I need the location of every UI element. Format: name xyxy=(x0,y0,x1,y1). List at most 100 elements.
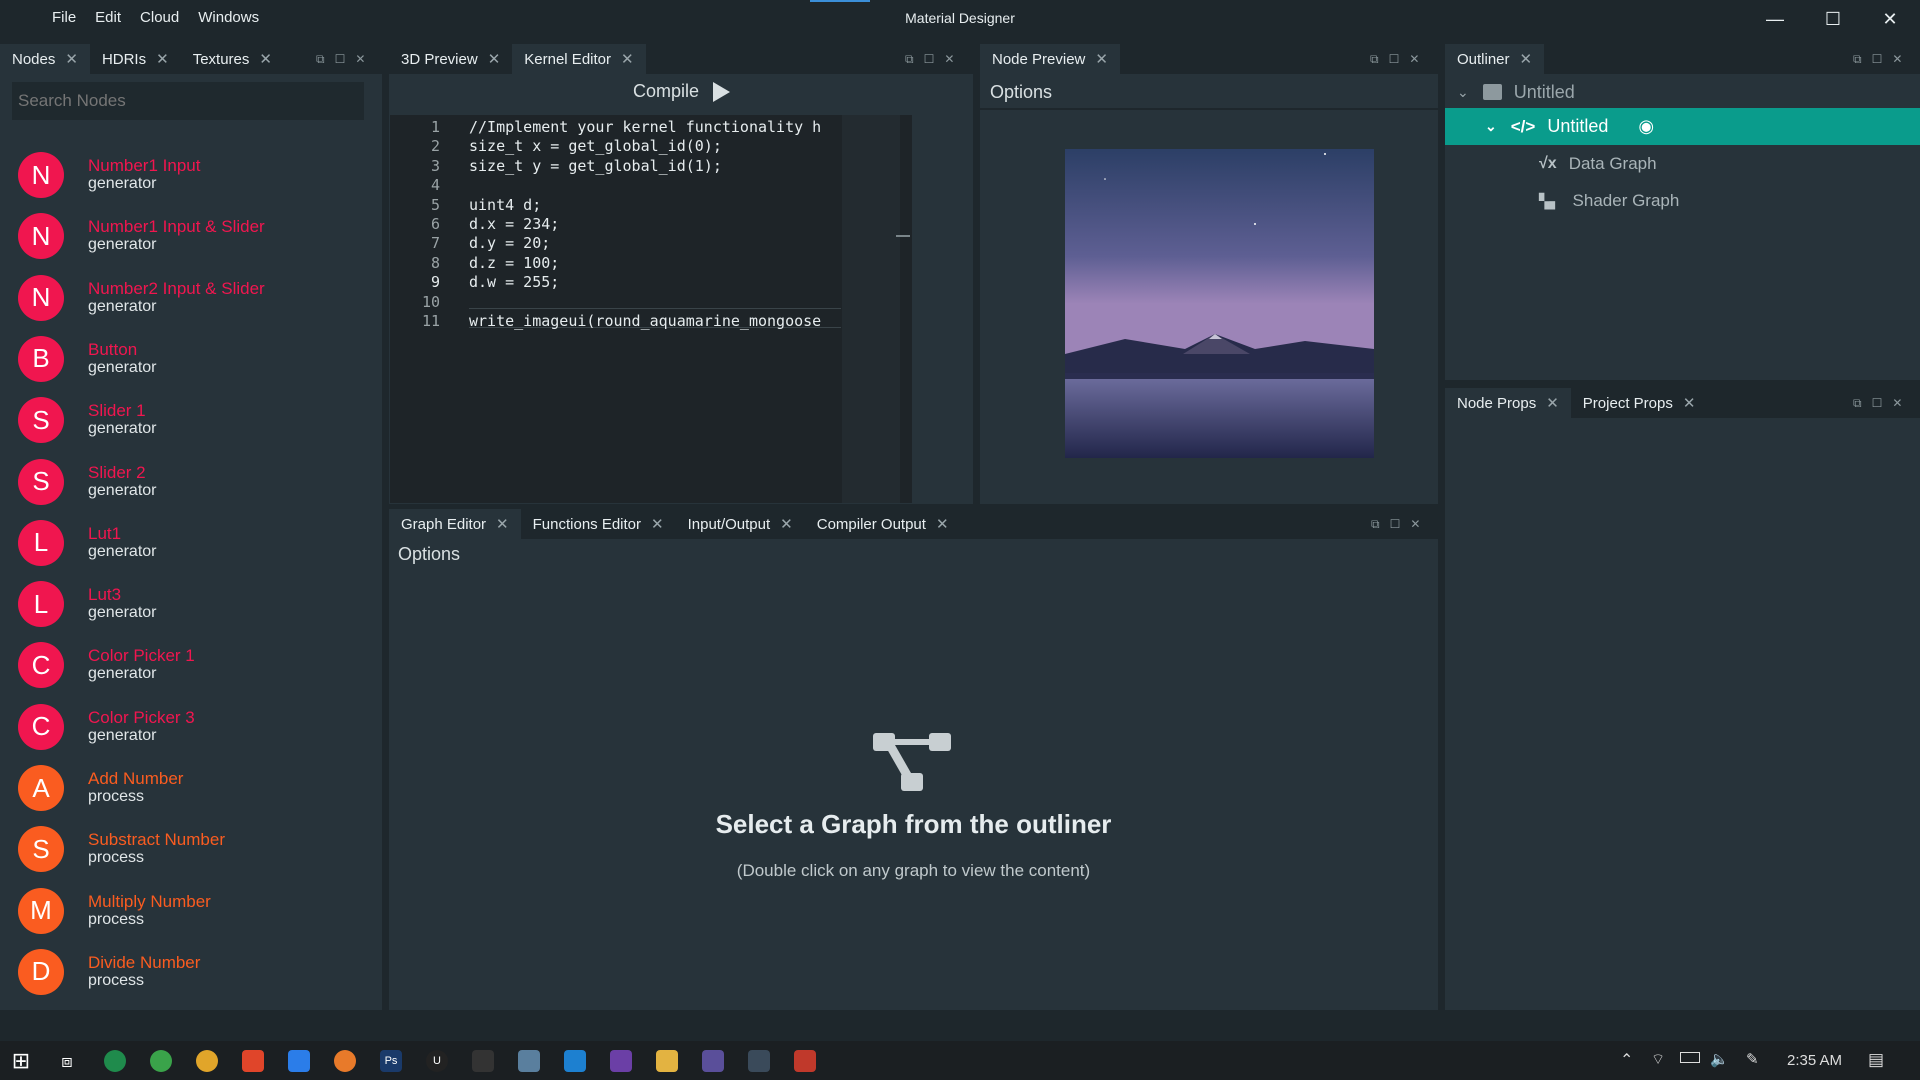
float-icon[interactable]: ⧉ xyxy=(316,52,325,67)
close-icon[interactable]: ✕ xyxy=(496,515,509,533)
chevron-down-icon[interactable]: ⌄ xyxy=(1485,118,1497,135)
tab-node-props[interactable]: Node Props ✕ xyxy=(1445,388,1571,418)
outliner-selected-item[interactable]: ⌄ </> Untitled ◉ xyxy=(1445,108,1920,145)
list-item[interactable]: S Substract Number process xyxy=(18,824,225,874)
tab-3d-preview[interactable]: 3D Preview ✕ xyxy=(389,44,512,74)
maximize-icon[interactable]: ☐ xyxy=(1872,396,1883,411)
close-icon[interactable]: ✕ xyxy=(488,50,501,68)
eye-icon[interactable]: ◉ xyxy=(1638,116,1654,137)
close-icon[interactable]: ✕ xyxy=(65,50,78,68)
close-button[interactable]: ✕ xyxy=(1872,6,1908,32)
maximize-icon[interactable]: ☐ xyxy=(335,52,346,67)
image-app-icon[interactable] xyxy=(518,1050,540,1072)
tab-node-preview[interactable]: Node Preview ✕ xyxy=(980,44,1120,74)
close-icon[interactable]: ✕ xyxy=(259,50,272,68)
tab-outliner[interactable]: Outliner ✕ xyxy=(1445,44,1545,74)
battery-icon[interactable] xyxy=(1680,1052,1700,1063)
list-item[interactable]: N Number1 Input generator xyxy=(18,150,200,200)
maximize-icon[interactable]: ☐ xyxy=(1390,517,1401,532)
list-item[interactable]: C Color Picker 3 generator xyxy=(18,702,195,752)
visual-studio-icon[interactable] xyxy=(610,1050,632,1072)
pen-icon[interactable]: ✎ xyxy=(1746,1050,1759,1068)
close-icon[interactable]: ✕ xyxy=(1892,396,1902,411)
code-line[interactable]: uint4 d; xyxy=(469,196,839,214)
terminal-icon[interactable] xyxy=(702,1050,724,1072)
close-icon[interactable]: ✕ xyxy=(1410,517,1420,532)
scroll-thumb[interactable] xyxy=(896,235,910,237)
close-icon[interactable]: ✕ xyxy=(1409,52,1419,67)
maximize-icon[interactable]: ☐ xyxy=(1389,52,1400,67)
close-icon[interactable]: ✕ xyxy=(1683,394,1696,412)
app-icon-last[interactable] xyxy=(794,1050,816,1072)
search-input[interactable] xyxy=(12,82,364,120)
float-icon[interactable]: ⧉ xyxy=(1371,517,1380,532)
list-item[interactable]: N Number1 Input & Slider generator xyxy=(18,211,265,261)
list-item[interactable]: C Color Picker 1 generator xyxy=(18,640,195,690)
wifi-icon[interactable]: ⌔ xyxy=(1651,1050,1665,1069)
app-icon-1[interactable] xyxy=(104,1050,126,1072)
outliner-item-shader-graph[interactable]: ▚▖ Shader Graph xyxy=(1539,191,1679,211)
tab-functions-editor[interactable]: Functions Editor ✕ xyxy=(521,509,676,539)
todo-icon[interactable] xyxy=(288,1050,310,1072)
compile-button[interactable]: Compile xyxy=(633,81,731,102)
close-icon[interactable]: ✕ xyxy=(1095,50,1108,68)
tab-kernel-editor[interactable]: Kernel Editor ✕ xyxy=(512,44,646,74)
tab-compiler-output[interactable]: Compiler Output ✕ xyxy=(805,509,961,539)
tab-graph-editor[interactable]: Graph Editor ✕ xyxy=(389,509,521,539)
list-item[interactable]: D Divide Number process xyxy=(18,947,200,997)
photoshop-icon[interactable]: Ps xyxy=(380,1050,402,1072)
float-icon[interactable]: ⧉ xyxy=(1853,396,1862,411)
close-icon[interactable]: ✕ xyxy=(1892,52,1902,67)
close-icon[interactable]: ✕ xyxy=(156,50,169,68)
maximize-button[interactable]: ☐ xyxy=(1815,6,1851,32)
code-line[interactable]: d.x = 234; xyxy=(469,215,839,233)
code-line[interactable]: d.w = 255; xyxy=(469,273,839,291)
tab-hdris[interactable]: HDRIs ✕ xyxy=(90,44,181,74)
float-icon[interactable]: ⧉ xyxy=(1370,52,1379,67)
tab-textures[interactable]: Textures ✕ xyxy=(181,44,284,74)
code-line[interactable]: write_imageui(round_aquamarine_mongoose xyxy=(469,312,839,330)
unreal-icon[interactable]: U xyxy=(426,1050,448,1072)
file-explorer-icon[interactable] xyxy=(656,1050,678,1072)
minimap[interactable] xyxy=(842,115,900,503)
volume-icon[interactable]: 🔈 xyxy=(1710,1050,1729,1068)
float-icon[interactable]: ⧉ xyxy=(1853,52,1862,67)
material-designer-icon[interactable] xyxy=(748,1050,770,1072)
chrome-icon[interactable] xyxy=(196,1050,218,1072)
close-icon[interactable]: ✕ xyxy=(780,515,793,533)
chevron-down-icon[interactable]: ⌄ xyxy=(1457,84,1469,101)
list-item[interactable]: S Slider 2 generator xyxy=(18,457,157,507)
maximize-icon[interactable]: ☐ xyxy=(1872,52,1883,67)
list-item[interactable]: A Add Number process xyxy=(18,763,183,813)
code-line[interactable]: size_t x = get_global_id(0); xyxy=(469,137,839,155)
tab-nodes[interactable]: Nodes ✕ xyxy=(0,44,90,74)
outliner-root[interactable]: ⌄ Untitled xyxy=(1445,74,1920,110)
code-editor[interactable]: 1 //Implement your kernel functionality h… xyxy=(390,115,912,503)
close-icon[interactable]: ✕ xyxy=(944,52,954,67)
code-line[interactable]: d.z = 100; xyxy=(469,254,839,272)
close-icon[interactable]: ✕ xyxy=(621,50,634,68)
code-line[interactable]: //Implement your kernel functionality h xyxy=(469,118,839,136)
list-item[interactable]: B Button generator xyxy=(18,334,157,384)
minimize-button[interactable]: — xyxy=(1757,6,1793,32)
graph-options-button[interactable]: Options xyxy=(398,544,460,565)
brave-icon[interactable] xyxy=(242,1050,264,1072)
close-icon[interactable]: ✕ xyxy=(1546,394,1559,412)
app-icon-2[interactable] xyxy=(150,1050,172,1072)
close-icon[interactable]: ✕ xyxy=(1520,50,1533,68)
task-view-icon[interactable]: ⧈ xyxy=(56,1050,78,1072)
epic-icon[interactable] xyxy=(472,1050,494,1072)
list-item[interactable]: N Number2 Input & Slider generator xyxy=(18,273,265,323)
float-icon[interactable]: ⧉ xyxy=(905,52,914,67)
clock[interactable]: 2:35 AM xyxy=(1787,1052,1842,1069)
scrollbar[interactable] xyxy=(900,115,912,503)
close-icon[interactable]: ✕ xyxy=(651,515,664,533)
close-icon[interactable]: ✕ xyxy=(355,52,365,67)
windows-start-icon[interactable]: ⊞ xyxy=(10,1048,32,1073)
close-icon[interactable]: ✕ xyxy=(936,515,949,533)
blender-icon[interactable] xyxy=(334,1050,356,1072)
tab-project-props[interactable]: Project Props ✕ xyxy=(1571,388,1708,418)
maximize-icon[interactable]: ☐ xyxy=(924,52,935,67)
list-item[interactable]: L Lut1 generator xyxy=(18,518,157,568)
list-item[interactable]: M Multiply Number process xyxy=(18,886,211,936)
